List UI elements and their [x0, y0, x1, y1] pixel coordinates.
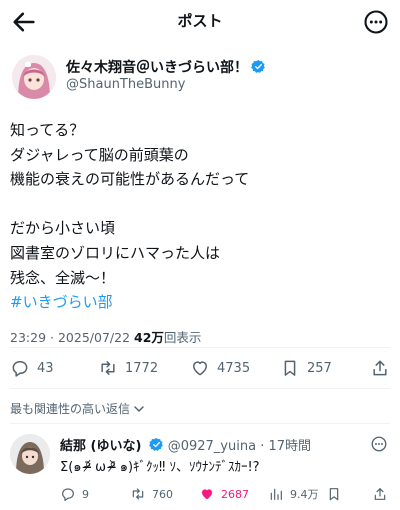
verified-badge-icon — [251, 59, 266, 74]
hashtag-link[interactable]: #いきづらい部 — [10, 290, 390, 315]
reply-repost-count: 760 — [152, 487, 173, 501]
reply-repost-button[interactable]: 760 — [130, 484, 173, 504]
more-options-icon[interactable] — [362, 8, 390, 36]
like-count: 4735 — [217, 360, 251, 376]
author-handle[interactable]: @ShaunTheBunny — [66, 77, 185, 92]
repost-icon — [132, 488, 144, 500]
post-text-line: 残念、全滅〜！ — [10, 268, 116, 287]
reply-icon — [12, 361, 28, 377]
chevron-down-icon — [134, 405, 144, 412]
reply-actions: 9 760 2687 9.4万 — [60, 484, 390, 504]
reply-bookmark-button[interactable] — [326, 484, 348, 504]
post-text-line: だから小さい頃 — [10, 219, 116, 238]
divider — [10, 423, 390, 424]
reply-author-name[interactable]: 結那 (ゆいな) — [60, 439, 141, 454]
reply-time[interactable]: · 17時間 — [260, 439, 311, 454]
post-text-line: 機能の衰えの可能性があるんだって — [10, 170, 250, 189]
reply-post[interactable]: 結那 (ゆいな) @0927_yuina · 17時間 Σ(๑ ᵒ̴̶̷᷄ ω … — [0, 425, 400, 510]
top-bar: ポスト — [0, 0, 400, 44]
page-title: ポスト — [177, 12, 223, 30]
post-text: 知ってる？ ダジャレって脳の前頭葉の 機能の衰えの可能性があるんだって だから小… — [10, 118, 390, 315]
verified-badge-icon — [148, 437, 164, 452]
repost-count: 1772 — [125, 360, 159, 376]
author-name-text: 佐々木翔音＠いきづらい部！ — [66, 60, 248, 76]
reply-view-count: 9.4万 — [290, 488, 319, 501]
divider — [10, 347, 390, 348]
share-button[interactable] — [370, 356, 397, 380]
author-name[interactable]: 佐々木翔音＠いきづらい部！ — [66, 57, 266, 77]
post-author: 佐々木翔音＠いきづらい部！ @ShaunTheBunny — [12, 55, 388, 105]
reply-icon — [62, 488, 74, 501]
view-count-label: 回表示 — [163, 330, 202, 345]
reply-author-handle[interactable]: @0927_yuina — [168, 439, 256, 454]
author-avatar[interactable] — [12, 55, 56, 99]
meta-separator: · — [50, 330, 54, 345]
reply-share-button[interactable] — [372, 484, 394, 504]
reply-avatar[interactable] — [10, 434, 50, 474]
bookmark-icon — [284, 360, 296, 376]
reply-header: 結那 (ゆいな) @0927_yuina · 17時間 — [60, 435, 311, 454]
post-date[interactable]: 2025/07/22 — [58, 330, 130, 345]
post-text-line — [10, 192, 390, 217]
reply-text: Σ(๑ ᵒ̴̶̷᷄ ω ᵒ̴̶̷᷅ ๑)ｷﾞｸｯ‼ ｿ、ｿｳﾅﾝﾃﾞｽｶｰ!? — [60, 460, 260, 475]
heart-filled-icon — [202, 489, 212, 500]
share-icon — [374, 488, 386, 500]
reply-like-count: 2687 — [221, 487, 249, 501]
view-count: 42万 — [134, 330, 164, 345]
reply-like-button[interactable]: 2687 — [199, 484, 249, 504]
share-icon — [373, 360, 387, 376]
reply-sort-dropdown[interactable]: 最も関連性の高い返信 — [10, 400, 145, 417]
reply-button[interactable]: 43 — [10, 356, 54, 380]
post-meta: 23:29 · 2025/07/22 42万回表示 — [10, 327, 201, 346]
heart-icon — [193, 361, 207, 376]
reply-views-button[interactable]: 9.4万 — [268, 484, 319, 504]
divider — [10, 388, 390, 389]
post-time[interactable]: 23:29 — [10, 330, 46, 345]
post-text-line: 図書室のゾロリにハマった人は — [10, 243, 221, 262]
bookmark-count: 257 — [307, 360, 332, 376]
views-chart-icon — [270, 488, 282, 500]
reply-count: 43 — [37, 360, 54, 376]
post-text-line: 知ってる？ — [10, 121, 85, 139]
reply-reply-count: 9 — [82, 487, 89, 501]
post-text-line: ダジャレって脳の前頭葉の — [10, 145, 189, 164]
reply-more-options-icon[interactable] — [370, 435, 388, 453]
repost-button[interactable]: 1772 — [98, 356, 158, 380]
bookmark-button[interactable]: 257 — [280, 356, 332, 380]
like-button[interactable]: 4735 — [190, 356, 250, 380]
reply-sort-label: 最も関連性の高い返信 — [10, 402, 131, 416]
reply-reply-button[interactable]: 9 — [60, 484, 89, 504]
repost-icon — [101, 361, 115, 375]
post-actions: 43 1772 4735 257 — [10, 356, 390, 380]
bookmark-icon — [329, 488, 339, 501]
